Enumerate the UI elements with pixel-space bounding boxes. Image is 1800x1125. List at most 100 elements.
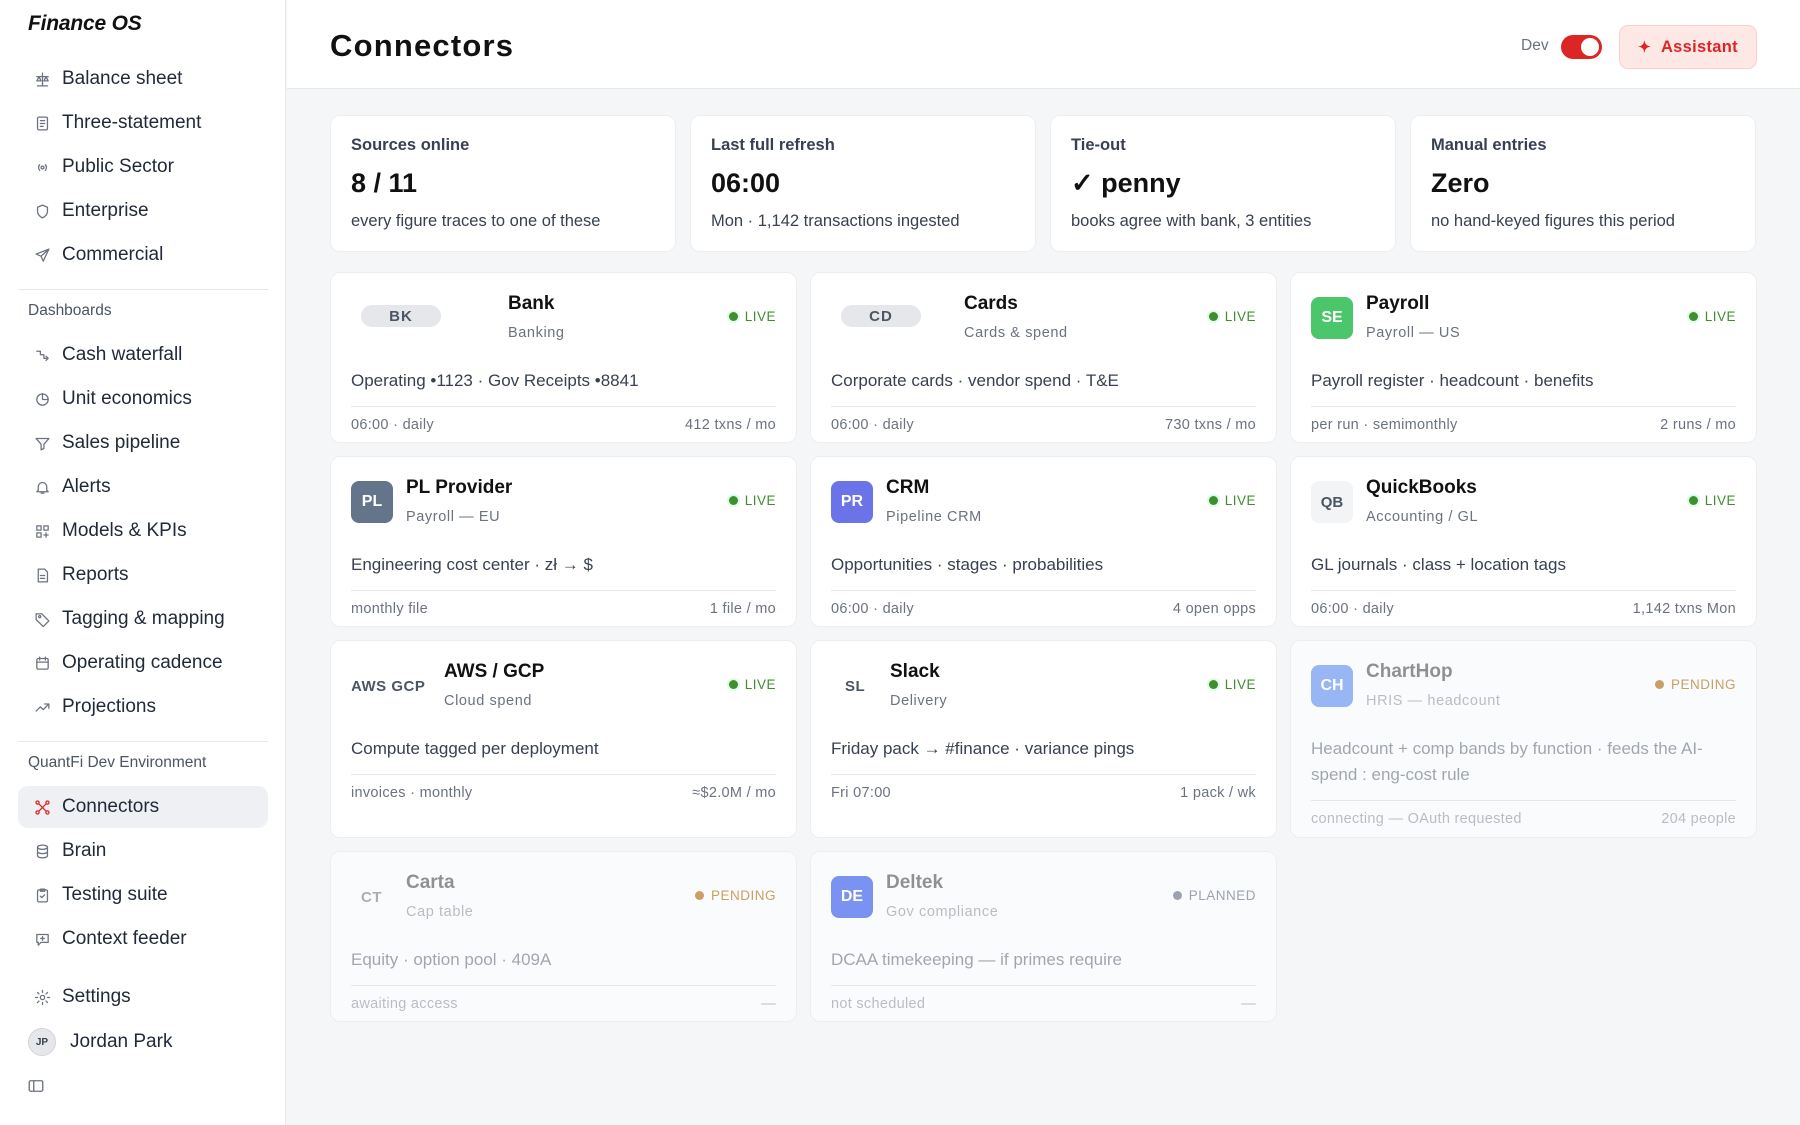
connector-volume: 1 pack / wk bbox=[1180, 785, 1256, 801]
status-badge: LIVE bbox=[1688, 309, 1736, 324]
sidebar-item-label: Public Sector bbox=[62, 156, 174, 177]
connector-schedule: per run · semimonthly bbox=[1311, 417, 1458, 433]
connector-card-aws-gcp[interactable]: AWS GCP AWS / GCP Cloud spend LIVE Compu… bbox=[330, 640, 797, 838]
sidebar-item-label: Cash waterfall bbox=[62, 344, 183, 365]
status-dot-icon bbox=[1172, 891, 1182, 900]
connector-card-payroll[interactable]: SE Payroll Payroll — US LIVE Payroll reg… bbox=[1290, 272, 1757, 443]
sidebar-item-brain[interactable]: Brain bbox=[18, 830, 268, 872]
connector-schedule: not scheduled bbox=[831, 996, 926, 1012]
grid-icon bbox=[18, 523, 62, 540]
sidebar-item-three-statement[interactable]: Three-statement bbox=[18, 102, 268, 144]
shield-icon bbox=[18, 203, 62, 220]
waterfall-icon bbox=[18, 347, 62, 364]
sidebar-item-label: Balance sheet bbox=[62, 68, 183, 89]
sidebar-item-label: Unit economics bbox=[62, 388, 192, 409]
connector-schedule: awaiting access bbox=[351, 996, 458, 1012]
stat-value: ✓ penny bbox=[1071, 168, 1181, 198]
connector-card-crm[interactable]: PR CRM Pipeline CRM LIVE Opportunities ·… bbox=[810, 456, 1277, 627]
sidebar-item-label: Operating cadence bbox=[62, 652, 223, 673]
connector-category: Cloud spend bbox=[444, 693, 533, 709]
connector-volume: ≈$2.0M / mo bbox=[692, 785, 776, 801]
sidebar-item-public-sector[interactable]: Public Sector bbox=[18, 146, 268, 188]
connector-schedule: 06:00 · daily bbox=[831, 417, 914, 433]
status-badge: PENDING bbox=[694, 888, 776, 903]
user-menu[interactable]: JP Jordan Park bbox=[28, 1028, 172, 1056]
sidebar-item-models-kpis[interactable]: Models & KPIs bbox=[18, 510, 268, 552]
assistant-button[interactable]: ✦ Assistant bbox=[1619, 25, 1757, 69]
connector-name: CRM bbox=[886, 477, 930, 498]
connector-description: DCAA timekeeping — if primes require bbox=[831, 950, 1123, 969]
sidebar-item-label: Settings bbox=[62, 986, 131, 1007]
connector-footer: invoices · monthly ≈$2.0M / mo bbox=[351, 774, 776, 818]
tag-icon bbox=[18, 611, 62, 628]
sidebar-item-enterprise[interactable]: Enterprise bbox=[18, 190, 268, 232]
sidebar-divider bbox=[18, 289, 268, 290]
sidebar-item-unit-economics[interactable]: Unit economics bbox=[18, 378, 268, 420]
sidebar-item-operating-cadence[interactable]: Operating cadence bbox=[18, 642, 268, 684]
connector-card-cards[interactable]: CD Cards Cards & spend LIVE Corporate ca… bbox=[810, 272, 1277, 443]
connector-logo: SE bbox=[1311, 297, 1353, 339]
connector-name: Carta bbox=[406, 872, 455, 893]
sidebar-collapse-button[interactable] bbox=[27, 1077, 47, 1097]
connector-description: GL journals · class + location tags bbox=[1311, 555, 1566, 574]
sidebar-item-cash-waterfall[interactable]: Cash waterfall bbox=[18, 334, 268, 376]
sidebar-item-projections[interactable]: Projections bbox=[18, 686, 268, 728]
sidebar-item-testing-suite[interactable]: Testing suite bbox=[18, 874, 268, 916]
connector-card-bank[interactable]: BK Bank Banking LIVE Operating •1123 · G… bbox=[330, 272, 797, 443]
connector-name: Payroll bbox=[1366, 293, 1430, 314]
sidebar-item-label: Tagging & mapping bbox=[62, 608, 225, 629]
panel-left-icon bbox=[28, 1080, 44, 1092]
connector-card-deltek[interactable]: DE Deltek Gov compliance PLANNED DCAA ti… bbox=[810, 851, 1277, 1022]
clipboard-check-icon bbox=[18, 887, 62, 904]
sidebar-item-commercial[interactable]: Commercial bbox=[18, 234, 268, 276]
sidebar-item-alerts[interactable]: Alerts bbox=[18, 466, 268, 508]
status-badge: LIVE bbox=[728, 493, 776, 508]
status-badge: LIVE bbox=[1688, 493, 1736, 508]
connector-category: Gov compliance bbox=[886, 904, 999, 920]
status-dot-icon bbox=[1208, 496, 1218, 505]
document-icon bbox=[18, 115, 62, 132]
connector-schedule: monthly file bbox=[351, 601, 428, 617]
connector-name: Slack bbox=[890, 661, 940, 682]
connector-card-quickbooks[interactable]: QB QuickBooks Accounting / GL LIVE GL jo… bbox=[1290, 456, 1757, 627]
stat-label: Tie-out bbox=[1071, 136, 1126, 154]
dev-mode-toggle[interactable] bbox=[1561, 35, 1602, 59]
sidebar-item-tagging-mapping[interactable]: Tagging & mapping bbox=[18, 598, 268, 640]
status-dot-icon bbox=[728, 312, 738, 321]
sidebar-item-context-feeder[interactable]: Context feeder bbox=[18, 918, 268, 960]
sidebar-item-sales-pipeline[interactable]: Sales pipeline bbox=[18, 422, 268, 464]
connector-footer: 06:00 · daily 1,142 txns Mon bbox=[1311, 590, 1736, 634]
stat-label: Last full refresh bbox=[711, 136, 835, 154]
assistant-label: Assistant bbox=[1660, 37, 1738, 56]
stat-label: Manual entries bbox=[1431, 136, 1547, 154]
sidebar-item-label: Brain bbox=[62, 840, 107, 861]
connector-logo: QB bbox=[1311, 481, 1353, 523]
connector-volume: 1 file / mo bbox=[709, 601, 776, 617]
sidebar-item-balance-sheet[interactable]: Balance sheet bbox=[18, 58, 268, 100]
connector-name: Cards bbox=[964, 293, 1018, 314]
connector-description: Friday pack → #finance · variance pings bbox=[831, 739, 1135, 758]
sidebar-item-label: Alerts bbox=[62, 476, 111, 497]
connector-category: Payroll — US bbox=[1366, 325, 1461, 341]
sidebar-item-reports[interactable]: Reports bbox=[18, 554, 268, 596]
sidebar-item-connectors[interactable]: Connectors bbox=[18, 786, 268, 828]
status-dot-icon bbox=[1688, 312, 1698, 321]
connector-description: Engineering cost center · zł → $ bbox=[351, 555, 593, 574]
connector-category: Delivery bbox=[890, 693, 948, 709]
connector-description: Compute tagged per deployment bbox=[351, 739, 599, 758]
stat-card-manual-entries: Manual entries Zero no hand-keyed figure… bbox=[1410, 115, 1756, 252]
broadcast-icon bbox=[18, 159, 62, 176]
calendar-icon bbox=[18, 655, 62, 672]
connector-card-charthop[interactable]: CH ChartHop HRIS — headcount PENDING Hea… bbox=[1290, 640, 1757, 838]
bell-icon bbox=[18, 479, 62, 496]
stat-label: Sources online bbox=[351, 136, 470, 154]
connector-card-carta[interactable]: CT Carta Cap table PENDING Equity · opti… bbox=[330, 851, 797, 1022]
connector-footer: 06:00 · daily 412 txns / mo bbox=[351, 406, 776, 450]
sidebar-item-settings[interactable]: Settings bbox=[18, 976, 268, 1018]
connector-card-pl-provider[interactable]: PL PL Provider Payroll — EU LIVE Enginee… bbox=[330, 456, 797, 627]
page-header: Connectors Dev ✦ Assistant bbox=[287, 0, 1800, 89]
connector-description: Opportunities · stages · probabilities bbox=[831, 555, 1104, 574]
connector-card-slack[interactable]: SL Slack Delivery LIVE Friday pack → #fi… bbox=[810, 640, 1277, 838]
connector-description: Operating •1123 · Gov Receipts •8841 bbox=[351, 371, 639, 390]
stat-card-tie-out: Tie-out ✓ penny books agree with bank, 3… bbox=[1050, 115, 1396, 252]
